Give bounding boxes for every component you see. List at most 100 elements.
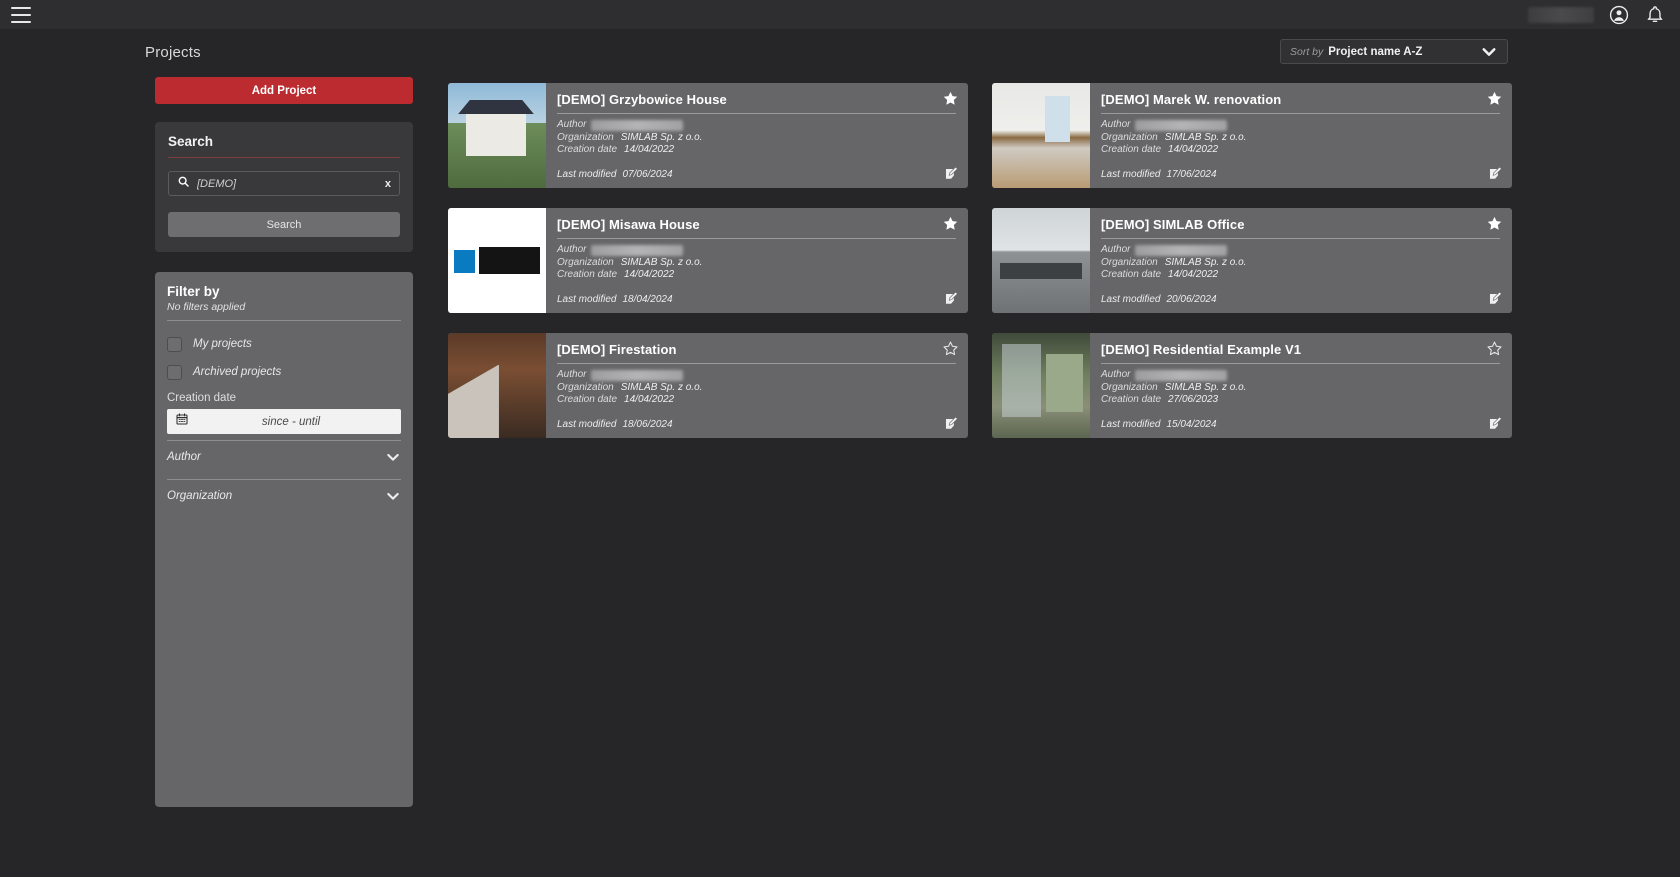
project-author-row: Author <box>1101 119 1500 132</box>
favorite-star-icon[interactable] <box>1486 215 1503 232</box>
creation-date-value: 14/04/2022 <box>1168 144 1219 155</box>
project-title: [DEMO] Grzybowice House <box>557 92 727 107</box>
project-last-modified: Last modified 17/06/2024 <box>1101 169 1217 180</box>
filter-accordion-author[interactable]: Author <box>167 440 401 473</box>
favorite-star-icon[interactable] <box>942 90 959 107</box>
search-input[interactable] <box>197 177 380 190</box>
organization-value: SIMLAB Sp. z o.o. <box>620 131 703 143</box>
author-label: Author <box>557 119 587 130</box>
card-divider <box>557 113 956 114</box>
filter-checkbox-archived-projects[interactable]: Archived projects <box>167 358 401 386</box>
filter-status-text: No filters applied <box>167 301 246 313</box>
author-value-redacted <box>591 119 684 131</box>
edit-project-icon[interactable] <box>943 165 960 182</box>
project-card[interactable]: [DEMO] Residential Example V1 Author Organ… <box>992 333 1512 438</box>
author-label: Author <box>1101 119 1131 130</box>
chevron-down-icon <box>1480 43 1498 61</box>
hamburger-icon[interactable] <box>11 6 31 23</box>
project-organization-row: Organization SIMLAB Sp. z o.o. <box>557 132 956 145</box>
organization-label: Organization <box>1101 131 1158 143</box>
card-divider <box>1101 363 1500 364</box>
filter-panel: Filter by No filters applied My projects… <box>155 272 413 807</box>
edit-project-icon[interactable] <box>943 290 960 307</box>
author-label: Author <box>557 244 587 255</box>
search-panel-divider <box>168 157 400 158</box>
sort-by-dropdown[interactable]: Sort by Project name A-Z <box>1280 39 1508 64</box>
favorite-star-icon[interactable] <box>1486 90 1503 107</box>
project-thumbnail[interactable] <box>992 333 1090 438</box>
edit-project-icon[interactable] <box>1487 290 1504 307</box>
favorite-star-icon[interactable] <box>1486 340 1503 357</box>
project-title: [DEMO] Misawa House <box>557 217 700 232</box>
project-thumbnail[interactable] <box>992 83 1090 188</box>
creation-date-value: 14/04/2022 <box>1168 269 1219 280</box>
accordion-label: Organization <box>167 490 233 502</box>
project-card[interactable]: [DEMO] Marek W. renovation Author Organiza… <box>992 83 1512 188</box>
project-title: [DEMO] SIMLAB Office <box>1101 217 1245 232</box>
project-author-row: Author <box>557 119 956 132</box>
project-card-body: [DEMO] Misawa House Author Organization SIM… <box>546 208 968 313</box>
author-label: Author <box>1101 244 1131 255</box>
creation-date-picker[interactable]: since - until <box>167 409 401 434</box>
author-value-redacted <box>1135 369 1228 381</box>
organization-label: Organization <box>1101 256 1158 268</box>
card-divider <box>1101 113 1500 114</box>
project-last-modified: Last modified 18/06/2024 <box>557 419 673 430</box>
project-card[interactable]: [DEMO] Misawa House Author Organization SIM… <box>448 208 968 313</box>
project-creation-date-row: Creation date 14/04/2022 <box>1101 144 1500 157</box>
organization-value: SIMLAB Sp. z o.o. <box>1164 381 1247 393</box>
project-card-body: [DEMO] Grzybowice House Author Organizatio… <box>546 83 968 188</box>
author-value-redacted <box>591 369 684 381</box>
organization-value: SIMLAB Sp. z o.o. <box>1164 256 1247 268</box>
clear-search-button[interactable]: x <box>380 178 391 190</box>
sidebar: Add Project Search x Search Filter by No… <box>155 77 413 807</box>
project-thumbnail[interactable] <box>448 83 546 188</box>
creation-date-label: Creation date <box>557 269 618 280</box>
project-thumbnail[interactable] <box>448 208 546 313</box>
project-card[interactable]: [DEMO] Firestation Author Organization SIML… <box>448 333 968 438</box>
project-organization-row: Organization SIMLAB Sp. z o.o. <box>557 382 956 395</box>
author-value-redacted <box>1135 244 1228 256</box>
project-title: [DEMO] Firestation <box>557 342 677 357</box>
search-panel: Search x Search <box>155 122 413 252</box>
project-creation-date-row: Creation date 14/04/2022 <box>557 269 956 282</box>
topbar-actions <box>1528 4 1666 26</box>
project-thumbnail[interactable] <box>992 208 1090 313</box>
project-title: [DEMO] Marek W. renovation <box>1101 92 1282 107</box>
checkbox-box[interactable] <box>167 364 182 380</box>
project-thumbnail[interactable] <box>448 333 546 438</box>
creation-date-label: Creation date <box>557 144 618 155</box>
calendar-icon <box>175 412 189 431</box>
organization-value: SIMLAB Sp. z o.o. <box>620 256 703 268</box>
favorite-star-icon[interactable] <box>942 340 959 357</box>
author-label: Author <box>1101 369 1131 380</box>
search-field-wrapper[interactable]: x <box>168 171 400 196</box>
creation-date-value: 14/04/2022 <box>624 269 675 280</box>
account-circle-icon[interactable] <box>1608 4 1630 26</box>
project-card[interactable]: [DEMO] SIMLAB Office Author Organization SI… <box>992 208 1512 313</box>
edit-project-icon[interactable] <box>943 415 960 432</box>
creation-date-label: Creation date <box>1101 144 1162 155</box>
favorite-star-icon[interactable] <box>942 215 959 232</box>
project-card-body: [DEMO] Firestation Author Organization SIML… <box>546 333 968 438</box>
search-submit-button[interactable]: Search <box>168 212 400 237</box>
project-author-row: Author <box>1101 244 1500 257</box>
checkbox-label: My projects <box>193 338 252 350</box>
checkbox-box[interactable] <box>167 336 182 352</box>
project-organization-row: Organization SIMLAB Sp. z o.o. <box>1101 382 1500 395</box>
edit-project-icon[interactable] <box>1487 165 1504 182</box>
bell-icon[interactable] <box>1644 4 1666 26</box>
filter-accordion-organization[interactable]: Organization <box>167 479 401 512</box>
edit-project-icon[interactable] <box>1487 415 1504 432</box>
project-last-modified: Last modified 15/04/2024 <box>1101 419 1217 430</box>
checkbox-label: Archived projects <box>193 366 282 378</box>
accordion-label: Author <box>167 451 201 463</box>
filter-checkbox-my-projects[interactable]: My projects <box>167 330 401 358</box>
project-title: [DEMO] Residential Example V1 <box>1101 342 1302 357</box>
page-title: Projects <box>145 44 201 61</box>
project-card[interactable]: [DEMO] Grzybowice House Author Organizatio… <box>448 83 968 188</box>
add-project-button[interactable]: Add Project <box>155 77 413 104</box>
creation-date-label: Creation date <box>1101 269 1162 280</box>
sort-by-value: Project name A-Z <box>1328 45 1423 58</box>
search-icon <box>177 175 190 193</box>
